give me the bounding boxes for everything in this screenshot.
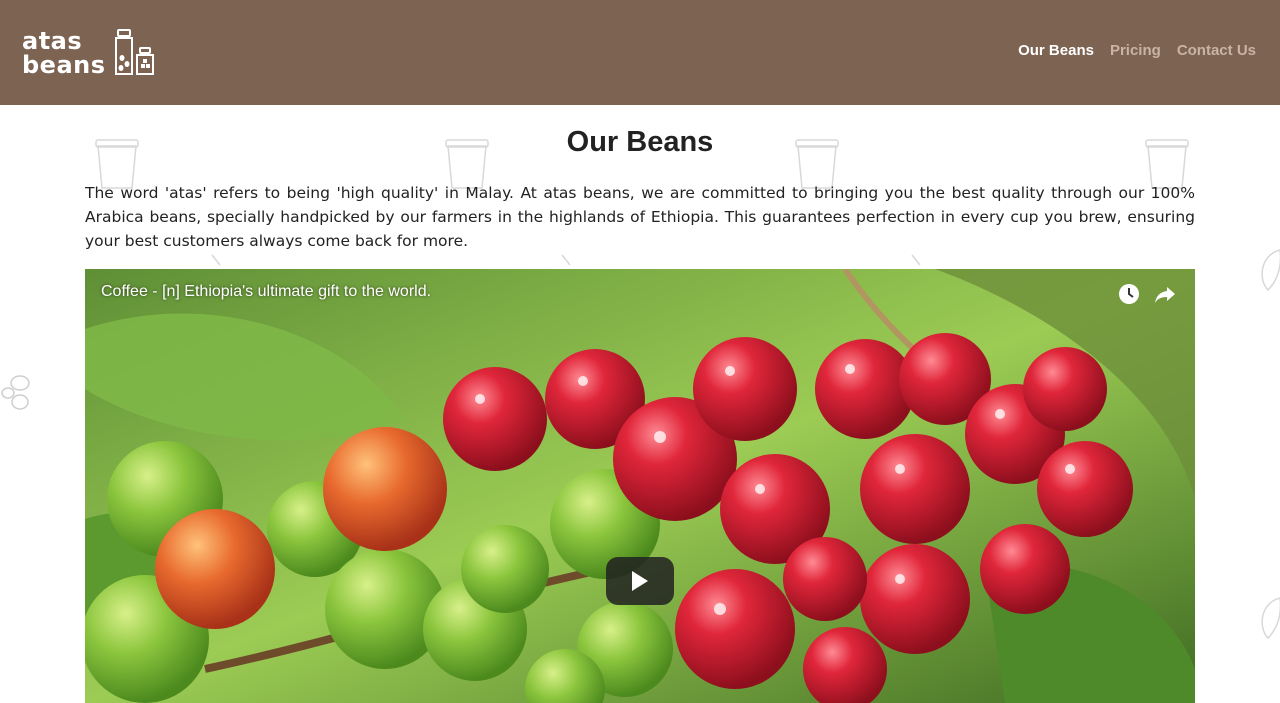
video-thumbnail	[85, 269, 1195, 703]
brand-line-1: atas	[22, 27, 83, 55]
nav-contact-us[interactable]: Contact Us	[1177, 42, 1256, 59]
main-nav: Our Beans Pricing Contact Us	[1018, 42, 1256, 59]
site-header: atas beans Our Beans Pricing Contact Us	[0, 0, 1280, 105]
brand-logo[interactable]: atas beans	[22, 26, 156, 80]
leaf-icon	[1261, 597, 1280, 640]
share-icon[interactable]	[1153, 282, 1177, 306]
video-player[interactable]: Coffee - [n] Ethiopia's ultimate gift to…	[85, 269, 1195, 703]
leaf-icon	[1261, 249, 1280, 292]
intro-paragraph: The word 'atas' refers to being 'high qu…	[85, 184, 1195, 250]
brand-line-2: beans	[22, 51, 106, 79]
clock-icon[interactable]	[1117, 282, 1141, 306]
page-title: Our Beans	[566, 126, 714, 158]
nav-our-beans[interactable]: Our Beans	[1018, 42, 1094, 59]
play-icon	[632, 571, 648, 591]
brand-wordmark: atas beans	[22, 29, 106, 77]
nav-pricing[interactable]: Pricing	[1110, 42, 1161, 59]
play-button[interactable]	[606, 557, 674, 605]
video-title[interactable]: Coffee - [n] Ethiopia's ultimate gift to…	[101, 283, 431, 301]
jars-icon	[114, 29, 154, 75]
beans-icon	[1, 375, 30, 410]
